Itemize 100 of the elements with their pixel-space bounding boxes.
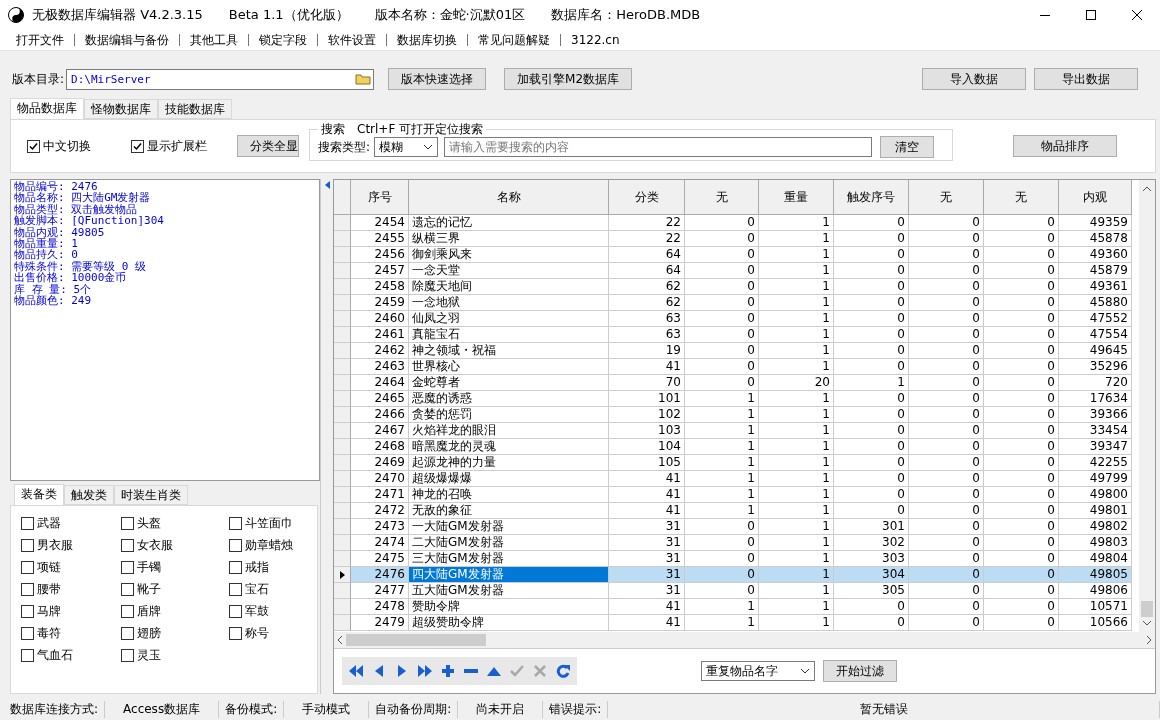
category-checkbox[interactable]: 勋章蜡烛 (229, 534, 293, 556)
menu-item[interactable]: 其他工具 (179, 34, 248, 46)
category-tab[interactable]: 时装生肖类 (114, 485, 188, 505)
category-checkbox[interactable]: 军鼓 (229, 600, 269, 622)
tab[interactable]: 技能数据库 (158, 99, 232, 119)
scroll-up-icon[interactable] (1143, 186, 1151, 191)
table-cell: 2463 (351, 359, 409, 375)
filter-select[interactable]: 重复物品名字 (701, 661, 815, 681)
column-header[interactable]: 重量 (759, 180, 834, 215)
category-checkbox[interactable]: 称号 (229, 622, 269, 644)
table-cell: 49801 (1059, 503, 1132, 519)
column-header[interactable]: 触发序号 (834, 180, 909, 215)
column-header[interactable]: 序号 (351, 180, 409, 215)
column-header[interactable]: 无 (909, 180, 984, 215)
category-checkbox[interactable]: 马牌 (21, 600, 61, 622)
table-cell: 1 (685, 391, 759, 407)
table-cell: 0 (834, 391, 909, 407)
table-cell: 64 (609, 263, 685, 279)
menu-item[interactable]: 数据库切换 (386, 34, 467, 46)
table-cell: 0 (834, 231, 909, 247)
status-text: 暂无错误 (608, 700, 1160, 718)
category-checkbox[interactable]: 气血石 (21, 644, 73, 666)
option-checkbox[interactable]: 中文切换 (27, 137, 91, 155)
row-indicator[interactable] (334, 567, 351, 583)
category-checkbox[interactable]: 女衣服 (121, 534, 173, 556)
vertical-scrollbar[interactable] (1139, 180, 1155, 632)
path-label: 版本目录: (12, 70, 65, 88)
category-checkbox[interactable]: 手镯 (121, 556, 161, 578)
menu-item[interactable]: 软件设置 (317, 34, 386, 46)
sort-button[interactable]: 物品排序 (1013, 135, 1117, 157)
path-field[interactable]: D:\MirServer (66, 68, 375, 90)
table-cell: 1 (759, 503, 834, 519)
corner-header (334, 180, 351, 215)
category-checkbox[interactable]: 翅膀 (121, 622, 161, 644)
show-all-button[interactable]: 分类全显 (237, 135, 299, 157)
table-cell: 0 (834, 423, 909, 439)
table-cell: 0 (685, 535, 759, 551)
table-cell: 303 (834, 551, 909, 567)
menu-item[interactable]: 锁定字段 (248, 34, 317, 46)
menu-item[interactable]: 常见问题解疑 (467, 34, 560, 46)
import-button[interactable]: 导入数据 (922, 68, 1027, 90)
scrollbar-thumb[interactable] (1141, 601, 1153, 617)
table-cell: 1 (685, 615, 759, 631)
category-checkbox[interactable]: 项链 (21, 556, 61, 578)
toolbar-button[interactable]: 加载引擎M2数据库 (504, 68, 633, 90)
table-cell: 0 (834, 247, 909, 263)
table-cell: 0 (909, 583, 984, 599)
category-checkbox[interactable]: 盾牌 (121, 600, 161, 622)
status-text: 备份模式: (219, 700, 285, 718)
table-cell: 0 (685, 327, 759, 343)
table-cell: 0 (685, 375, 759, 391)
filter-button[interactable]: 开始过滤 (823, 660, 897, 682)
column-header[interactable]: 无 (984, 180, 1059, 215)
category-checkbox[interactable]: 宝石 (229, 578, 269, 600)
scrollbar-thumb[interactable] (346, 634, 486, 646)
table-cell: 1 (759, 407, 834, 423)
tab[interactable]: 物品数据库 (10, 98, 84, 119)
menu-item[interactable]: 打开文件 (6, 34, 74, 46)
info-line: 物品持久: 0 (14, 249, 78, 261)
column-header[interactable]: 名称 (409, 180, 609, 215)
search-type-select[interactable]: 模糊 (374, 137, 439, 157)
table-cell: 10566 (1059, 615, 1132, 631)
table-cell: 0 (909, 263, 984, 279)
last-icon (417, 664, 433, 678)
tab[interactable]: 怪物数据库 (84, 99, 158, 119)
column-header[interactable]: 内观 (1059, 180, 1132, 215)
title-info: 数据库名：HeroDB.MDB (551, 6, 701, 24)
column-header[interactable]: 分类 (609, 180, 685, 215)
menu-item[interactable]: 数据编辑与备份 (74, 34, 179, 46)
scroll-right-icon[interactable] (1147, 636, 1152, 644)
menu-item[interactable]: 3122.cn (560, 34, 630, 46)
table-cell: 41 (609, 471, 685, 487)
table-cell: 47554 (1059, 327, 1132, 343)
table-cell: 2465 (351, 391, 409, 407)
category-checkbox[interactable]: 男衣服 (21, 534, 73, 556)
category-checkbox[interactable]: 腰带 (21, 578, 61, 600)
category-checkbox[interactable]: 头盔 (121, 512, 161, 534)
category-checkbox[interactable]: 戒指 (229, 556, 269, 578)
export-button[interactable]: 导出数据 (1034, 68, 1139, 90)
category-checkbox[interactable]: 武器 (21, 512, 61, 534)
scroll-down-icon[interactable] (1143, 621, 1151, 626)
category-checkbox[interactable]: 毒符 (21, 622, 61, 644)
clear-button[interactable]: 清空 (880, 136, 935, 158)
search-field[interactable]: 请输入需要搜索的内容 (444, 137, 873, 157)
table-cell: 0 (834, 311, 909, 327)
toolbar-button[interactable]: 版本快速选择 (388, 68, 487, 90)
table-cell: 2467 (351, 423, 409, 439)
category-checkbox[interactable]: 斗笠面巾 (229, 512, 293, 534)
category-tab[interactable]: 触发类 (64, 485, 114, 505)
table-cell: 49800 (1059, 487, 1132, 503)
category-checkbox[interactable]: 靴子 (121, 578, 161, 600)
row-pointer-icon (339, 570, 345, 579)
horizontal-scrollbar[interactable] (334, 632, 1155, 648)
column-header[interactable]: 无 (685, 180, 759, 215)
option-checkbox[interactable]: 显示扩展栏 (131, 137, 207, 155)
category-tab[interactable]: 装备类 (14, 484, 64, 505)
table-cell: 1 (759, 439, 834, 455)
category-checkbox[interactable]: 灵玉 (121, 644, 161, 666)
table-cell: 1 (685, 407, 759, 423)
scroll-left-icon[interactable] (337, 636, 342, 644)
